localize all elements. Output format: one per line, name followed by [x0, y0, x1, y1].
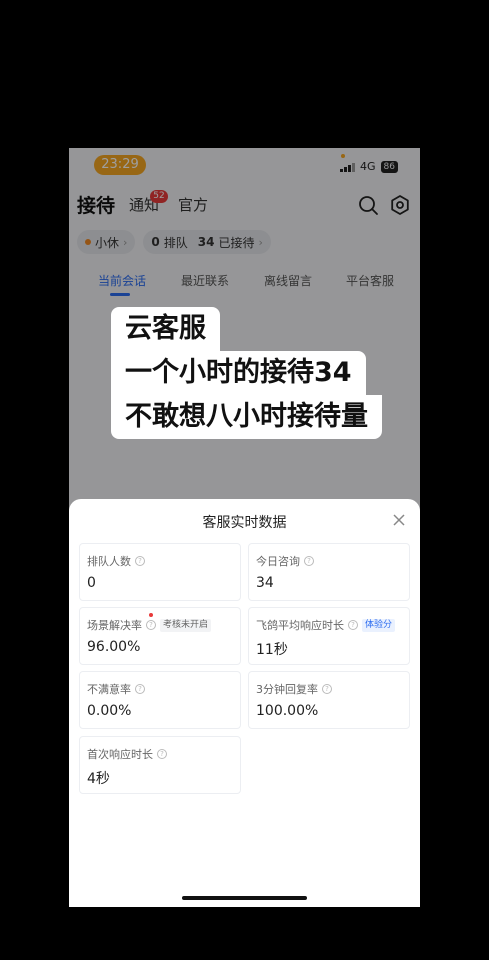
help-icon[interactable]: ? — [348, 620, 358, 630]
stat-value: 0.00% — [87, 703, 132, 719]
stat-value: 4秒 — [87, 771, 110, 787]
stat-card-dissatisfaction: 不满意率? 0.00% — [79, 671, 241, 729]
sheet-title: 客服实时数据 — [202, 515, 287, 531]
stat-label: 飞鸽平均响应时长 — [256, 619, 344, 632]
stat-label: 首次响应时长 — [87, 748, 153, 761]
stat-value: 96.00% — [87, 639, 141, 655]
stat-card-3min-reply: 3分钟回复率? 100.00% — [248, 671, 410, 729]
stat-label: 场景解决率 — [87, 619, 142, 632]
stat-card-resolution-rate: 场景解决率? 考核未开启 96.00% — [79, 607, 241, 665]
stat-card-today-consult: 今日咨询? 34 — [248, 543, 410, 601]
caption-line-3: 不敢想八小时接待量 — [111, 395, 382, 439]
phone-screen: 23:29 4G 86 接待 通知 52 官方 小休 › 0 排队 34 已接待… — [69, 148, 420, 907]
help-icon[interactable]: ? — [304, 556, 314, 566]
stat-card-avg-response: 飞鸽平均响应时长? 体验分 11秒 — [248, 607, 410, 665]
stat-card-first-response: 首次响应时长? 4秒 — [79, 736, 241, 794]
caption-line-2: 一个小时的接待34 — [111, 351, 366, 395]
close-icon[interactable] — [392, 513, 406, 527]
experience-score-tag: 体验分 — [362, 618, 396, 632]
help-icon[interactable]: ? — [135, 684, 145, 694]
stat-label: 3分钟回复率 — [256, 683, 318, 696]
notice-dot — [149, 613, 153, 617]
stat-card-queue: 排队人数? 0 — [79, 543, 241, 601]
stat-value: 0 — [87, 575, 96, 591]
assessment-tag: 考核未开启 — [160, 618, 212, 632]
caption-line-1: 云客服 — [111, 307, 220, 351]
stat-value: 100.00% — [256, 703, 319, 719]
realtime-data-sheet: 客服实时数据 排队人数? 0 今日咨询? 34 场景解决率? 考核未开启 96.0… — [69, 499, 420, 907]
help-icon[interactable]: ? — [322, 684, 332, 694]
help-icon[interactable]: ? — [157, 749, 167, 759]
help-icon[interactable]: ? — [135, 556, 145, 566]
stat-value: 34 — [256, 575, 274, 591]
stat-label: 不满意率 — [87, 683, 131, 696]
help-icon[interactable]: ? — [146, 620, 156, 630]
home-indicator[interactable] — [182, 896, 307, 900]
stat-label: 今日咨询 — [256, 555, 300, 568]
stat-label: 排队人数 — [87, 555, 131, 568]
video-caption: 云客服 一个小时的接待34 不敢想八小时接待量 — [111, 307, 382, 439]
stat-value: 11秒 — [256, 642, 288, 658]
